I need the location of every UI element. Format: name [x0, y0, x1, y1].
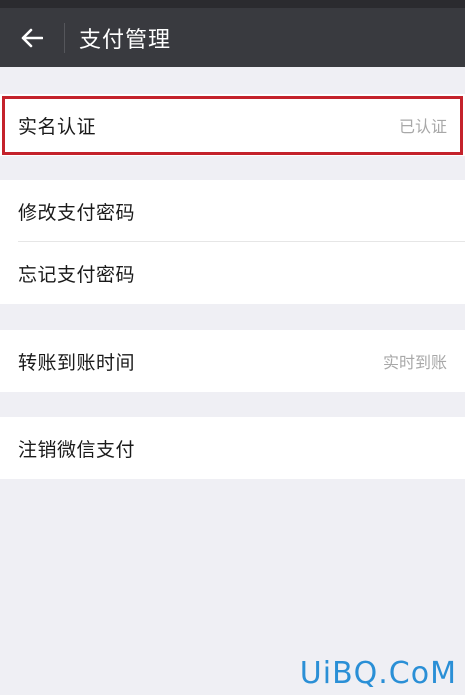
- arrow-left-icon: [21, 28, 43, 47]
- status-bar: [0, 0, 465, 8]
- app-header: 支付管理: [0, 8, 465, 67]
- row-status-value: 已认证: [398, 117, 447, 136]
- row-transfer-arrival-time[interactable]: 转账到账时间 实时到账: [0, 330, 465, 392]
- settings-group-password: 修改支付密码 忘记支付密码: [0, 180, 465, 304]
- row-label: 忘记支付密码: [18, 263, 136, 286]
- settings-group-verification: 实名认证 已认证: [0, 94, 465, 156]
- page-title: 支付管理: [79, 27, 172, 53]
- row-label: 修改支付密码: [18, 201, 136, 224]
- header-divider: [64, 22, 65, 53]
- back-button[interactable]: [0, 8, 64, 67]
- row-change-pay-password[interactable]: 修改支付密码: [0, 180, 465, 242]
- settings-group-cancel: 注销微信支付: [0, 417, 465, 479]
- settings-group-transfer: 转账到账时间 实时到账: [0, 330, 465, 392]
- watermark-text: UiBQ.CoM: [299, 656, 457, 691]
- row-label: 注销微信支付: [18, 438, 136, 461]
- row-label: 转账到账时间: [18, 351, 136, 374]
- row-real-name-verification[interactable]: 实名认证 已认证: [0, 94, 465, 156]
- row-cancel-wechat-pay[interactable]: 注销微信支付: [0, 417, 465, 479]
- row-label: 实名认证: [18, 115, 97, 138]
- row-status-value: 实时到账: [382, 353, 447, 372]
- row-forgot-pay-password[interactable]: 忘记支付密码: [0, 242, 465, 304]
